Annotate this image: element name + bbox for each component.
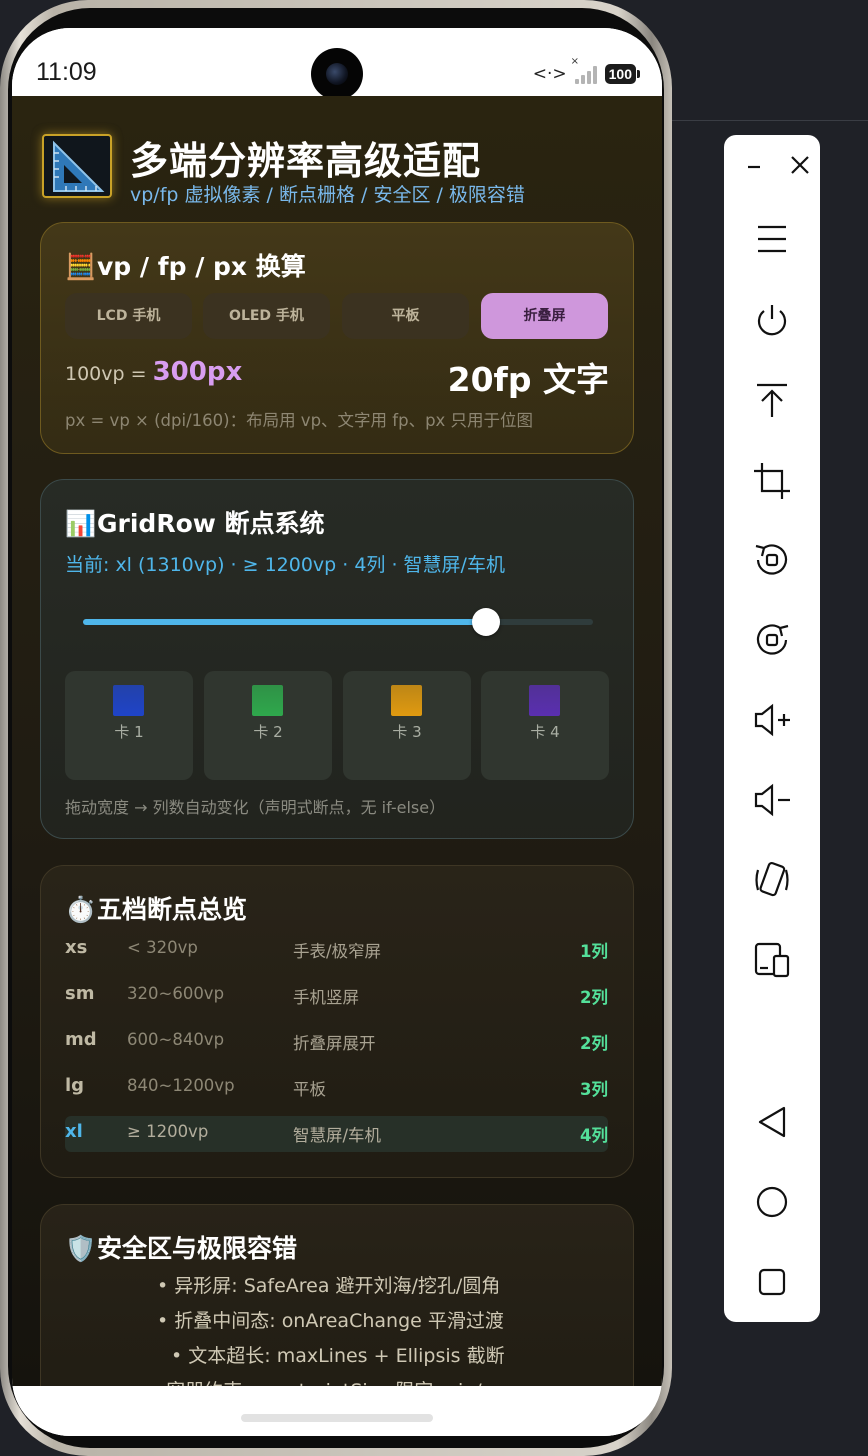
gridrow-card-title: 📊GridRow 断点系统 xyxy=(65,509,325,538)
width-slider-thumb[interactable] xyxy=(471,608,500,636)
data-transfer-icon: <·> xyxy=(532,64,567,84)
bar-chart-icon: 📊 xyxy=(65,509,97,538)
shield-icon: 🛡️ xyxy=(65,1234,97,1263)
conversion-note: px = vp × (dpi/160)：布局用 vp、文字用 fp、px 只用于… xyxy=(65,411,534,430)
volume-down-icon[interactable] xyxy=(752,780,792,820)
page-title: 多端分辨率高级适配 xyxy=(130,139,482,183)
safearea-bullet-2: • 折叠中间态: onAreaChange 平滑过渡 xyxy=(157,1310,504,1332)
gesture-navigation-bar xyxy=(12,1386,662,1436)
phone-screen: 11:09 <·> × 100 多端分辨率高级适配 vp/fp 虚拟像素 / 断… xyxy=(12,28,662,1436)
close-icon[interactable] xyxy=(780,145,809,185)
device-tab-lcd[interactable]: LCD 手机 xyxy=(65,293,192,339)
shake-icon[interactable] xyxy=(752,860,792,900)
rotate-right-icon[interactable] xyxy=(752,620,792,660)
conversion-card: 🧮vp / fp / px 换算 LCD 手机 OLED 手机 平板 折叠屏 1… xyxy=(40,222,634,454)
safearea-bullet-4: • 容器约束: constraintSize 限定 min/max xyxy=(149,1376,523,1386)
grid-card-3: 卡 3 xyxy=(343,671,471,780)
set-square-icon xyxy=(42,134,112,198)
device-tab-tablet[interactable]: 平板 xyxy=(342,293,469,339)
page-subtitle: vp/fp 虚拟像素 / 断点栅格 / 安全区 / 极限容错 xyxy=(130,184,525,206)
grid-card-4: 卡 4 xyxy=(481,671,609,780)
card-color-swatch xyxy=(391,685,422,716)
breakpoints-card-title: ⏱️五档断点总览 xyxy=(65,895,248,924)
front-camera xyxy=(311,48,363,100)
card-color-swatch xyxy=(252,685,283,716)
safearea-card-title: 🛡️安全区与极限容错 xyxy=(65,1234,298,1263)
card-color-swatch xyxy=(529,685,560,716)
minimize-icon[interactable] xyxy=(736,145,764,185)
breakpoint-row-md: md 600~840vp 折叠屏展开 2列 xyxy=(65,1029,608,1053)
phone-frame: 11:09 <·> × 100 多端分辨率高级适配 vp/fp 虚拟像素 / 断… xyxy=(0,0,672,1456)
px-value: 300px xyxy=(152,357,243,387)
grid-card-1: 卡 1 xyxy=(65,671,193,780)
volume-up-icon[interactable] xyxy=(752,700,792,740)
breakpoint-row-xl: xl ≥ 1200vp 智慧屏/车机 4列 xyxy=(65,1116,608,1152)
breakpoint-row-xs: xs < 320vp 手表/极窄屏 1列 xyxy=(65,937,608,961)
power-icon[interactable] xyxy=(752,301,792,341)
crop-icon[interactable] xyxy=(752,461,792,501)
emulator-toolbar xyxy=(724,135,820,1322)
rotate-left-icon[interactable] xyxy=(752,540,792,580)
status-time: 11:09 xyxy=(36,58,97,86)
back-icon[interactable] xyxy=(752,1102,792,1142)
home-indicator[interactable] xyxy=(241,1414,433,1422)
app-content[interactable]: 多端分辨率高级适配 vp/fp 虚拟像素 / 断点栅格 / 安全区 / 极限容错… xyxy=(12,96,662,1386)
device-tab-foldable[interactable]: 折叠屏 xyxy=(481,293,608,339)
width-slider-fill xyxy=(83,619,486,625)
gridrow-note: 拖动宽度 → 列数自动变化（声明式断点，无 if-else） xyxy=(65,798,446,817)
breakpoint-row-lg: lg 840~1200vp 平板 3列 xyxy=(65,1075,608,1099)
battery-icon: 100 xyxy=(604,64,641,84)
safearea-bullet-3: • 文本超长: maxLines + Ellipsis 截断 xyxy=(171,1345,505,1367)
vp-px-conversion: 100vp = 300px xyxy=(65,357,243,387)
recents-icon[interactable] xyxy=(752,1262,792,1302)
stopwatch-icon: ⏱️ xyxy=(65,895,97,924)
breakpoint-status: 当前: xl (1310vp) · ≥ 1200vp · 4列 · 智慧屏/车机 xyxy=(65,554,505,576)
home-icon[interactable] xyxy=(752,1182,792,1222)
signal-icon: × xyxy=(571,56,599,84)
grid-card-2: 卡 2 xyxy=(204,671,332,780)
conversion-card-title: 🧮vp / fp / px 换算 xyxy=(65,252,306,281)
fp-sample-text: 20fp 文字 xyxy=(447,360,609,399)
breakpoint-row-sm: sm 320~600vp 手机竖屏 2列 xyxy=(65,983,608,1007)
gridrow-card: 📊GridRow 断点系统 当前: xl (1310vp) · ≥ 1200vp… xyxy=(40,479,634,839)
card-color-swatch xyxy=(113,685,144,716)
safearea-card: 🛡️安全区与极限容错 • 异形屏: SafeArea 避开刘海/挖孔/圆角 • … xyxy=(40,1204,634,1386)
fold-icon[interactable] xyxy=(752,940,792,980)
safearea-bullet-1: • 异形屏: SafeArea 避开刘海/挖孔/圆角 xyxy=(157,1275,501,1297)
menu-icon[interactable] xyxy=(752,219,792,259)
abacus-icon: 🧮 xyxy=(65,252,97,281)
pin-top-icon[interactable] xyxy=(752,381,792,421)
device-tab-oled[interactable]: OLED 手机 xyxy=(203,293,330,339)
status-icons: <·> × 100 xyxy=(532,56,641,84)
breakpoints-card: ⏱️五档断点总览 xs < 320vp 手表/极窄屏 1列 sm 320~600vp 手机… xyxy=(40,865,634,1178)
width-slider[interactable] xyxy=(83,608,593,636)
status-bar: 11:09 <·> × 100 xyxy=(12,28,662,100)
